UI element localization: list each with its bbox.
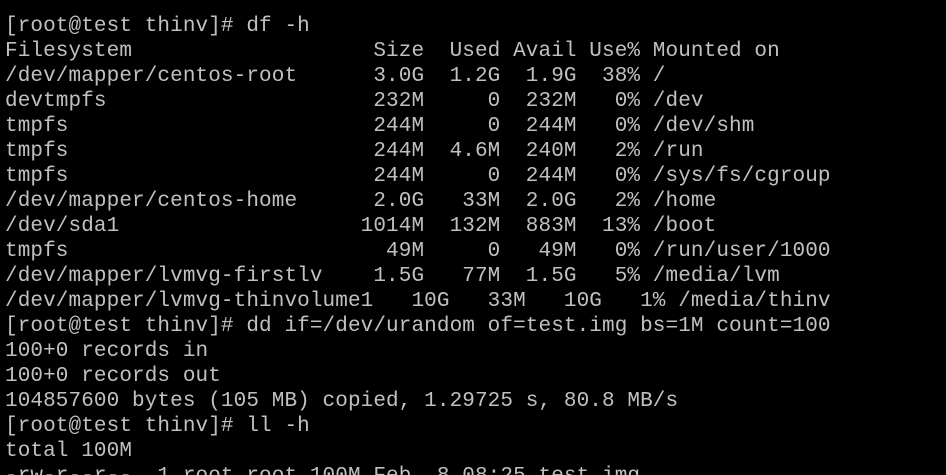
dd-output-line: 100+0 records in — [5, 340, 209, 363]
df-row: tmpfs 49M 0 49M 0% /run/user/1000 — [5, 240, 831, 263]
terminal-prompt-df: [root@test thinv]# df -h — [5, 15, 310, 38]
ll-output-line: total 100M — [5, 440, 133, 463]
df-row: /dev/mapper/lvmvg-firstlv 1.5G 77M 1.5G … — [5, 265, 780, 288]
terminal-window[interactable]: [root@test thinv]# df -h Filesystem Size… — [0, 0, 946, 475]
df-row: /dev/mapper/lvmvg-thinvolume1 10G 33M 10… — [5, 290, 831, 313]
terminal-prompt-dd: [root@test thinv]# dd if=/dev/urandom of… — [5, 315, 831, 338]
df-row: /dev/mapper/centos-home 2.0G 33M 2.0G 2%… — [5, 190, 717, 213]
df-header-row: Filesystem Size Used Avail Use% Mounted … — [5, 40, 780, 63]
df-row: /dev/sda1 1014M 132M 883M 13% /boot — [5, 215, 717, 238]
df-row: tmpfs 244M 4.6M 240M 2% /run — [5, 140, 704, 163]
df-row: /dev/mapper/centos-root 3.0G 1.2G 1.9G 3… — [5, 65, 666, 88]
terminal-line-partial — [0, 0, 946, 14]
df-row: devtmpfs 232M 0 232M 0% /dev — [5, 90, 704, 113]
df-row: tmpfs 244M 0 244M 0% /sys/fs/cgroup — [5, 165, 831, 188]
df-row: tmpfs 244M 0 244M 0% /dev/shm — [5, 115, 755, 138]
ll-output-line: -rw-r--r--. 1 root root 100M Feb 8 08:25… — [0, 464, 946, 475]
terminal-prompt-ll: [root@test thinv]# ll -h — [5, 415, 310, 438]
dd-output-line: 104857600 bytes (105 MB) copied, 1.29725… — [5, 390, 679, 413]
dd-output-line: 100+0 records out — [5, 365, 221, 388]
